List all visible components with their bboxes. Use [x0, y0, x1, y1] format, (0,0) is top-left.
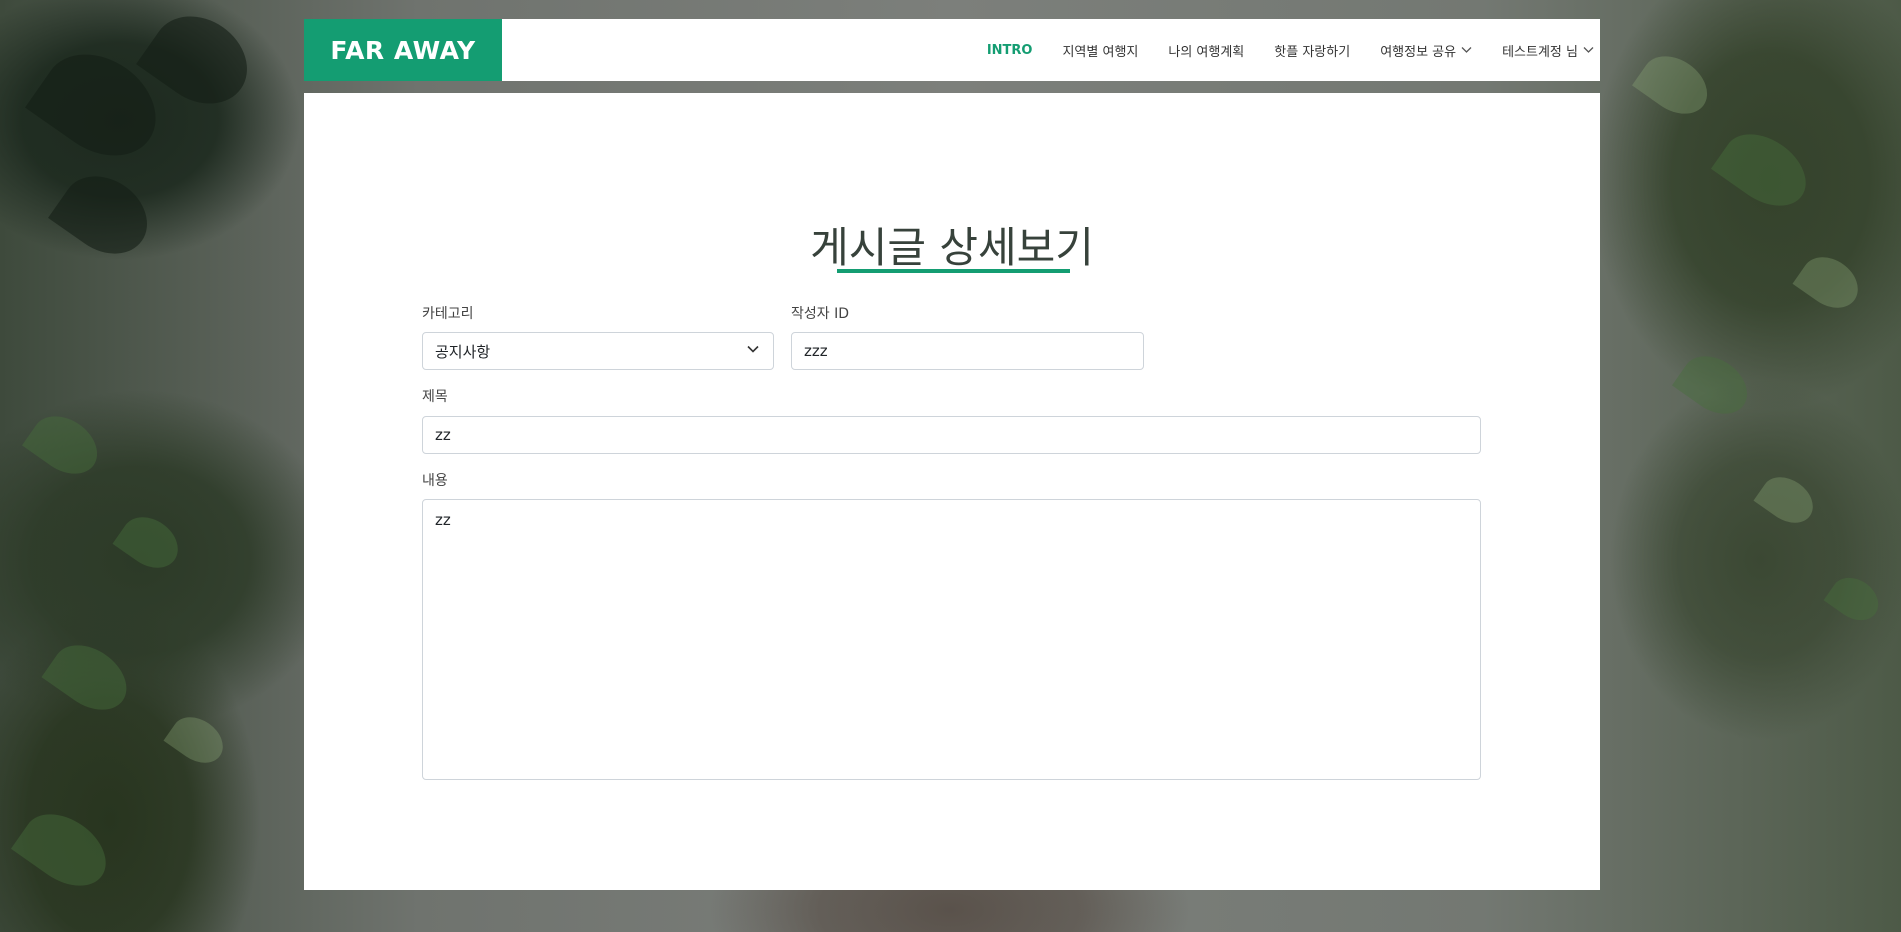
- nav-item-label: 여행정보 공유: [1380, 44, 1457, 60]
- brand-logo[interactable]: FAR AWAY: [304, 19, 502, 81]
- nav-menu: INTRO 지역별 여행지 나의 여행계획 핫플 자랑하기 여행정보 공유 테스…: [957, 41, 1600, 60]
- category-label: 카테고리: [422, 306, 474, 322]
- category-select[interactable]: 공지사항: [422, 332, 774, 370]
- nav-item-label: 나의 여행계획: [1168, 44, 1245, 60]
- author-id-field[interactable]: zzz: [791, 332, 1144, 370]
- chevron-down-icon: [747, 345, 759, 353]
- nav-item-intro[interactable]: INTRO: [987, 43, 1033, 58]
- nav-item-hotplace-showoff[interactable]: 핫플 자랑하기: [1274, 41, 1350, 60]
- nav-item-regional-destinations[interactable]: 지역별 여행지: [1062, 41, 1138, 60]
- chevron-down-icon: [1583, 47, 1594, 53]
- nav-item-label: 지역별 여행지: [1062, 44, 1139, 60]
- nav-item-travel-info-share[interactable]: 여행정보 공유: [1380, 41, 1472, 60]
- subject-label: 제목: [422, 389, 448, 405]
- category-selected-value: 공지사항: [435, 342, 491, 361]
- top-navbar: FAR AWAY INTRO 지역별 여행지 나의 여행계획 핫플 자랑하기 여…: [304, 19, 1600, 81]
- nav-item-my-travel-plan[interactable]: 나의 여행계획: [1168, 41, 1244, 60]
- chevron-down-icon: [1461, 47, 1472, 53]
- content-label: 내용: [422, 473, 448, 489]
- author-id-label: 작성자 ID: [791, 306, 849, 322]
- page-title: 게시글 상세보기: [810, 223, 1094, 272]
- subject-value: zz: [435, 426, 451, 444]
- nav-item-label: INTRO: [986, 42, 1033, 58]
- subject-field[interactable]: zz: [422, 416, 1481, 454]
- nav-item-user-account[interactable]: 테스트계정 님: [1502, 41, 1594, 60]
- title-underline: [837, 269, 1070, 273]
- author-id-value: zzz: [804, 342, 828, 360]
- nav-item-label: 핫플 자랑하기: [1274, 44, 1351, 60]
- nav-item-label: 테스트계정 님: [1502, 44, 1578, 60]
- post-detail-panel: 게시글 상세보기 카테고리 공지사항 작성자 ID zzz 제목 zz 내용 z…: [304, 93, 1600, 890]
- content-value: zz: [435, 511, 451, 529]
- content-textarea[interactable]: zz: [422, 499, 1481, 780]
